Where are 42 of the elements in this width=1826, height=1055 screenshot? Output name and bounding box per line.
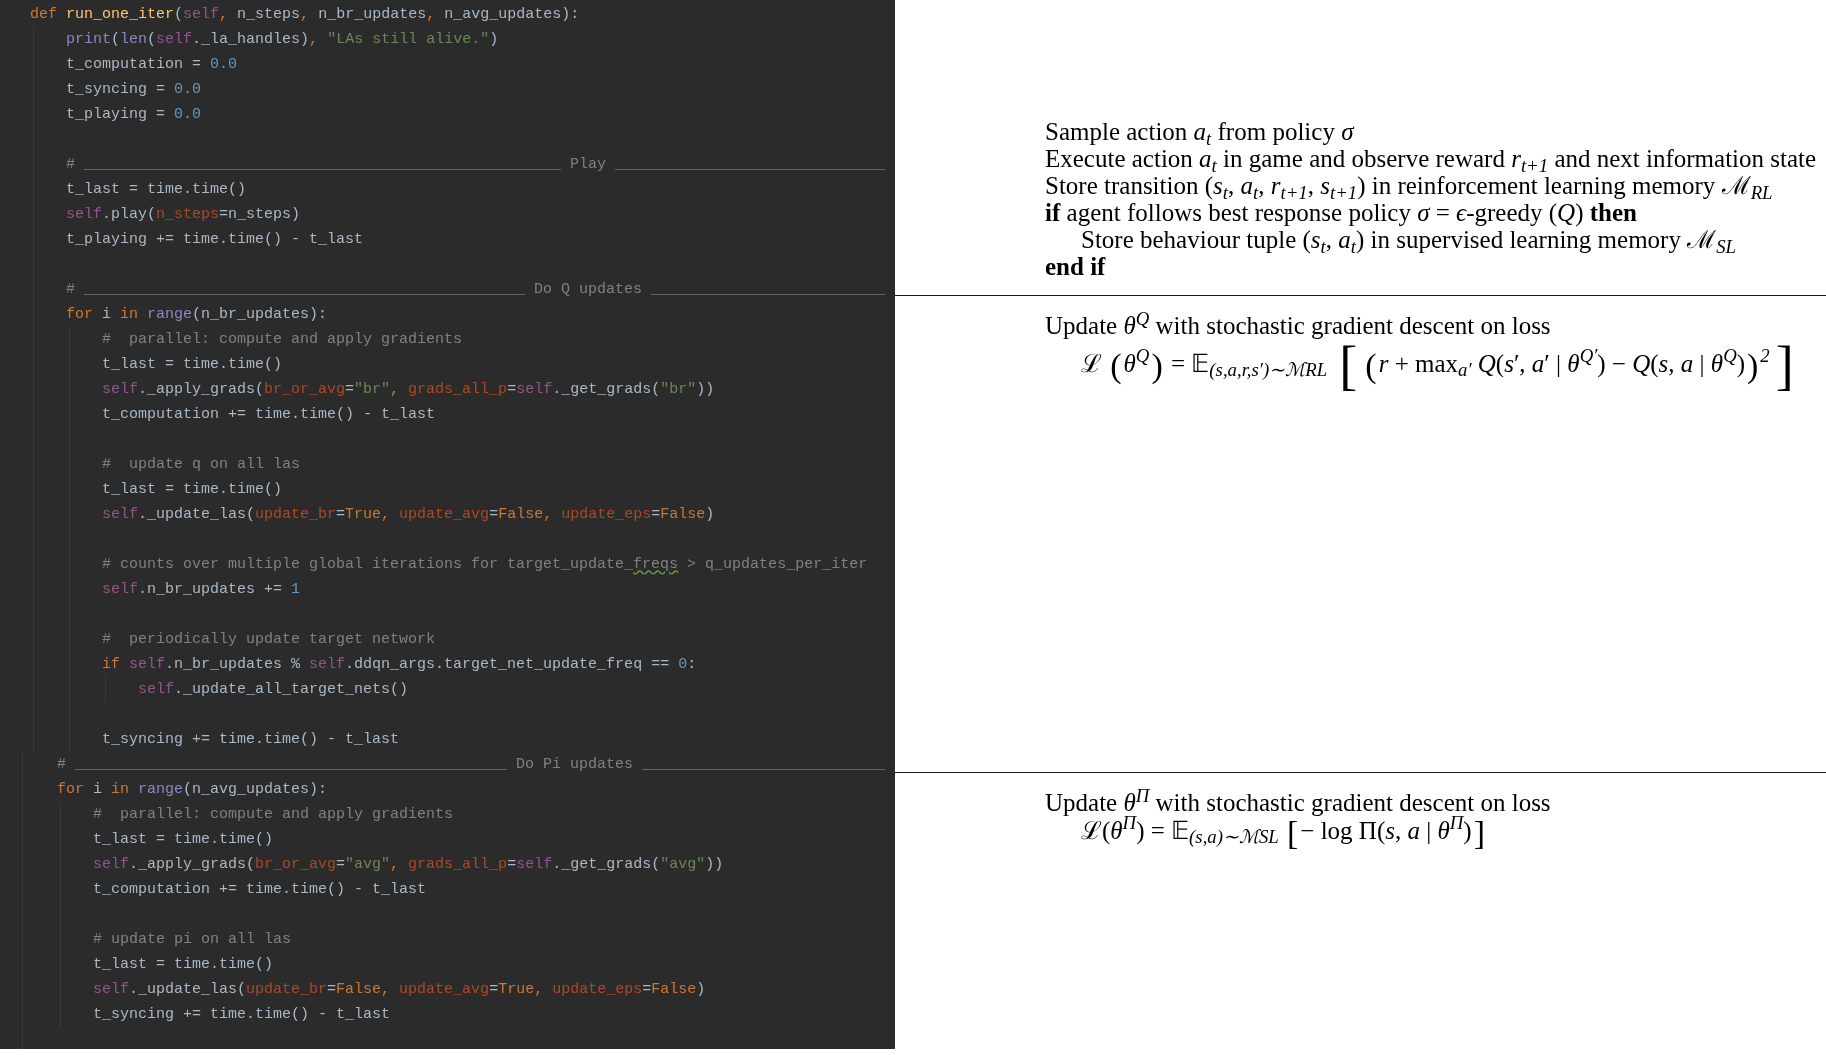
algorithm-line: Update θ$^{Π}$ with stochastic gradient descent on loss (1045, 789, 1551, 816)
algorithm-line: if agent follows best response policy σ = ϵ-greedy (Q) then (1045, 199, 1637, 226)
code-line: # ________________________________________________ Do Pi updates ___________________________ (57, 755, 886, 775)
code-line: # update q on all las (102, 455, 301, 475)
code-line: for i in range(n_br_updates): (66, 305, 328, 325)
code-line: t_syncing += time.time() - t_last (93, 1005, 391, 1025)
code-line: # periodically update target network (102, 630, 436, 650)
code-line: self._update_las(update_br=True, update_avg=False, update_eps=False) (102, 505, 715, 525)
code-line: t_computation += time.time() - t_last (93, 880, 427, 900)
code-line: for i in range(n_avg_updates): (57, 780, 328, 800)
algorithm-line: Store transition (s$_{t}$, a$_{t}$, r$_{t+1}$, s$_{t+1}$) in reinforcement learning memory ℳ$_{RL}$ (1045, 172, 1773, 199)
code-line: def run_one_iter(self, n_steps, n_br_updates, n_avg_updates): (30, 5, 580, 25)
code-line: self._update_las(update_br=False, update_avg=True, update_eps=False) (93, 980, 706, 1000)
code-line: t_syncing = 0.0 (66, 80, 202, 100)
code-line: print(len(self._la_handles), "LAs still alive.") (66, 30, 499, 50)
code-line: # _____________________________________________________ Play ______________________________ (66, 155, 886, 175)
code-line: # parallel: compute and apply gradients (102, 330, 463, 350)
code-line: t_playing += time.time() - t_last (66, 230, 364, 250)
code-line: # parallel: compute and apply gradients (93, 805, 454, 825)
code-line: t_last = time.time() (102, 355, 283, 375)
code-line: # _________________________________________________ Do Q updates __________________________ (66, 280, 886, 300)
algorithm-line: Execute action a$_{t}$ in game and observe reward r$_{t+1}$ and next information state (1045, 145, 1817, 172)
code-line: t_computation += time.time() - t_last (102, 405, 436, 425)
code-line: self.play(n_steps=n_steps) (66, 205, 301, 225)
code-line: self._apply_grads(br_or_avg="avg", grads_all_p=self._get_grads("avg")) (93, 855, 724, 875)
algorithm-line: end if (1045, 253, 1106, 280)
code-line: # counts over multiple global iterations for target_update_freqs > q_updates_per_iter (102, 555, 868, 575)
algorithm-line: Store behaviour tuple (s$_{t}$, a$_{t}$) in supervised learning memory ℳ$_{SL}$ (1081, 226, 1736, 253)
code-line: self._apply_grads(br_or_avg="br", grads_all_p=self._get_grads("br")) (102, 380, 715, 400)
code-line: t_last = time.time() (93, 955, 274, 975)
code-line: t_syncing += time.time() - t_last (102, 730, 400, 750)
code-line: t_playing = 0.0 (66, 105, 202, 125)
code-line: t_computation = 0.0 (66, 55, 238, 75)
code-line: t_last = time.time() (93, 830, 274, 850)
code-line: t_last = time.time() (102, 480, 283, 500)
code-line: t_last = time.time() (66, 180, 247, 200)
code-line: if self.n_br_updates % self.ddqn_args.target_net_update_freq == 0: (102, 655, 697, 675)
code-line: # update pi on all las (93, 930, 292, 950)
algorithm-line: Update θ$^{Q}$ with stochastic gradient descent on loss (1045, 312, 1551, 339)
code-line: self.n_br_updates += 1 (102, 580, 301, 600)
algorithm-line: Sample action a$_{t}$ from policy σ (1045, 118, 1354, 145)
code-line: self._update_all_target_nets() (138, 680, 409, 700)
